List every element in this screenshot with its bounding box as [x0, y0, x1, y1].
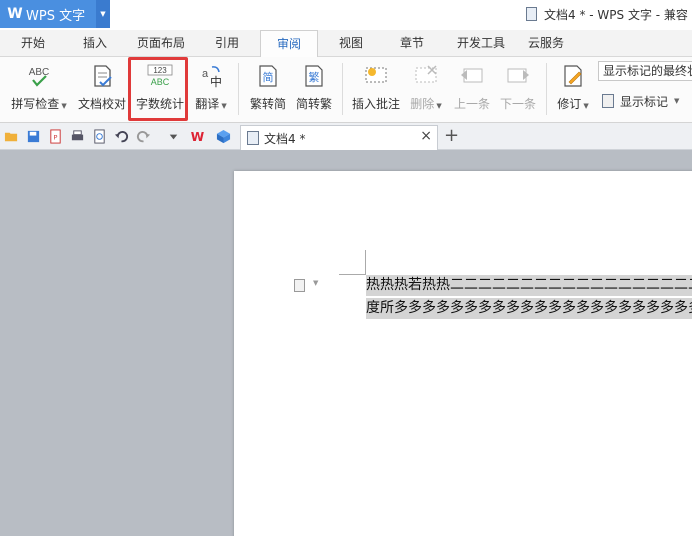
delete-comment-button[interactable]: 删除 ▼	[406, 61, 446, 117]
previous-comment-icon	[461, 68, 483, 83]
tab-page-layout[interactable]: 页面布局	[130, 30, 192, 57]
export-pdf-icon[interactable]: P	[48, 129, 63, 144]
word-count-highlight	[128, 57, 188, 121]
show-marks-button[interactable]: 显示标记 ▼	[602, 92, 679, 110]
chevron-down-icon: ▼	[59, 102, 67, 110]
track-changes-button[interactable]: 修订 ▼	[552, 61, 594, 117]
app-name: WPS 文字	[26, 8, 86, 24]
tab-references[interactable]: 引用	[204, 30, 250, 57]
ribbon-separator	[342, 63, 343, 115]
delete-comment-icon	[415, 65, 437, 83]
tab-view[interactable]: 视图	[328, 30, 374, 57]
traditional-to-simplified-icon: 简	[259, 65, 277, 87]
spell-check-icon: ABC	[29, 67, 49, 87]
menu-tab-bar: 开始 插入 页面布局 引用 审阅 视图 章节 开发工具 云服务	[0, 30, 692, 58]
svg-text:P: P	[54, 133, 58, 141]
comment-icon	[365, 67, 387, 83]
title-bar: W WPS 文字 ▼ 文档4 * - WPS 文字 - 兼容	[0, 0, 692, 30]
margin-marker	[339, 274, 366, 275]
simp-icon-text: 繁	[309, 70, 320, 84]
chevron-down-icon: ▼	[581, 102, 589, 110]
chevron-down-icon[interactable]: ▼	[96, 0, 110, 28]
simp-to-trad-label: 简转繁	[295, 97, 332, 111]
proofread-button[interactable]: 文档校对	[76, 61, 128, 117]
tab-start[interactable]: 开始	[10, 30, 56, 57]
delete-label: 删除	[410, 97, 435, 111]
translate-button[interactable]: a 中 翻译 ▼	[190, 61, 232, 117]
translate-icon: a 中	[202, 66, 222, 89]
save-icon[interactable]	[26, 129, 41, 144]
document-check-icon	[94, 65, 112, 87]
translate-label: 翻译	[195, 97, 220, 111]
proofread-label: 文档校对	[77, 97, 126, 111]
track-changes-icon	[564, 65, 582, 87]
track-changes-label: 修订	[557, 97, 582, 111]
document-text-line[interactable]: 热热热若热热二二二二二二二二二二二二二二二二二二	[366, 275, 692, 296]
window-title: 文档4 * - WPS 文字 - 兼容	[544, 8, 688, 22]
tab-review[interactable]: 审阅	[260, 30, 318, 58]
display-mode-select[interactable]: 显示标记的最终状态	[598, 61, 692, 81]
next-comment-icon	[507, 68, 529, 83]
new-tab-button[interactable]: +	[444, 125, 459, 146]
insert-comment-label: 插入批注	[351, 97, 400, 111]
dropdown-icon[interactable]	[166, 129, 181, 144]
trad-to-simp-label: 繁转简	[249, 97, 286, 111]
paragraph-icon[interactable]	[294, 279, 305, 292]
simplified-to-traditional-button[interactable]: 繁 简转繁	[292, 61, 336, 117]
cube-icon[interactable]	[216, 129, 231, 144]
chevron-down-icon: ▼	[674, 97, 680, 105]
tab-insert[interactable]: 插入	[72, 30, 118, 57]
undo-icon[interactable]	[114, 129, 129, 144]
spell-check-label: 拼写检查	[11, 97, 60, 111]
document-tab[interactable]: 文档4 * ×	[240, 125, 438, 150]
wps-logo-icon[interactable]: W	[190, 129, 205, 144]
chevron-down-icon: ▼	[219, 102, 227, 110]
next-label: 下一条	[499, 97, 536, 111]
document-text-line[interactable]: 度所多多多多多多多多多多多多多多多多多多多多多多多	[366, 298, 692, 319]
tab-developer[interactable]: 开发工具	[450, 30, 512, 57]
close-icon[interactable]: ×	[420, 128, 432, 144]
simplified-to-traditional-icon: 繁	[305, 65, 323, 87]
chevron-down-icon[interactable]: ▼	[313, 279, 318, 287]
document-tab-label: 文档4 *	[264, 132, 306, 146]
open-folder-icon[interactable]	[4, 129, 19, 144]
show-marks-label: 显示标记	[620, 94, 669, 109]
svg-text:中: 中	[210, 74, 222, 89]
trad-icon-text: 简	[263, 70, 274, 84]
wps-logo-icon: W	[7, 6, 23, 22]
workspace: ▼ 热热热若热热二二二二二二二二二二二二二二二二二二 度所多多多多多多多多多多多…	[0, 151, 692, 536]
spell-check-button[interactable]: ABC 拼写检查 ▼	[6, 61, 72, 117]
watermark: 百度经验	[592, 482, 641, 496]
show-marks-icon	[602, 94, 614, 108]
margin-marker	[365, 250, 366, 274]
print-icon[interactable]	[70, 129, 85, 144]
insert-comment-button[interactable]: 插入批注	[348, 61, 404, 117]
ribbon-separator	[238, 63, 239, 115]
document-icon	[526, 7, 537, 21]
previous-comment-button[interactable]: 上一条	[450, 61, 494, 117]
traditional-to-simplified-button[interactable]: 简 繁转简	[246, 61, 290, 117]
tab-chapter[interactable]: 章节	[389, 30, 435, 57]
document-icon	[247, 131, 259, 145]
ribbon-separator	[546, 63, 547, 115]
app-menu-button[interactable]: W WPS 文字 ▼	[0, 0, 110, 28]
previous-label: 上一条	[453, 97, 490, 111]
print-preview-icon[interactable]	[92, 129, 107, 144]
redo-icon[interactable]	[136, 129, 151, 144]
svg-text:a: a	[202, 68, 209, 80]
review-ribbon: ABC 拼写检查 ▼ 文档校对 123 ABC 字数统计 a 中 翻译 ▼ 简 …	[0, 57, 692, 123]
svg-text:W: W	[191, 130, 205, 144]
next-comment-button[interactable]: 下一条	[496, 61, 540, 117]
chevron-down-icon: ▼	[434, 102, 442, 110]
tab-cloud[interactable]: 云服务	[522, 30, 570, 57]
